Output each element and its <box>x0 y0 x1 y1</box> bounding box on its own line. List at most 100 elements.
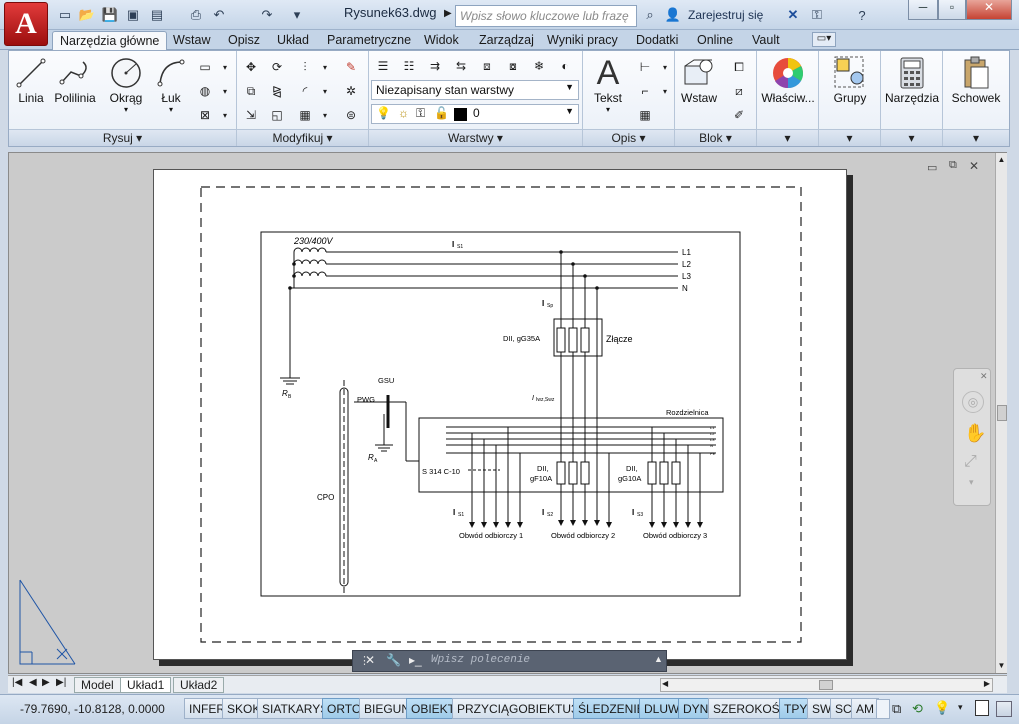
maximize-button[interactable]: ▫ <box>938 0 966 20</box>
horizontal-scrollbar[interactable]: ◀ ▶ <box>660 678 993 692</box>
viewport-close-icon[interactable]: ✕ <box>969 159 979 173</box>
viewport-minimize-icon[interactable]: ▭ <box>927 161 937 174</box>
plot-preview-icon[interactable]: ▤ <box>148 7 166 23</box>
circle-dropdown-icon[interactable]: ▾ <box>105 105 147 114</box>
tab-insert[interactable]: Wstaw <box>166 31 218 50</box>
stretch-icon[interactable]: ⇲ <box>241 105 261 125</box>
move-icon[interactable]: ✥ <box>241 57 261 77</box>
layer-combo[interactable]: 💡 ☼ ⚿ 🔓 0 ▼ <box>371 104 579 124</box>
scroll-up-icon[interactable]: ▲ <box>996 155 1007 164</box>
command-history-icon[interactable]: ▲ <box>654 654 663 664</box>
tab-view[interactable]: Widok <box>417 31 466 50</box>
array-dropdown-icon[interactable]: ▾ <box>315 105 335 125</box>
scale-icon[interactable]: ◱ <box>267 105 287 125</box>
last-tab-icon[interactable]: ▶| <box>56 677 66 688</box>
new-file-icon[interactable]: ▭ <box>56 7 74 23</box>
show-desktop-icon[interactable] <box>996 701 1012 717</box>
panel-block-title[interactable]: Blok ▾ <box>675 129 756 146</box>
copy-icon[interactable]: ⧉ <box>241 81 261 101</box>
isolate-objects-icon[interactable]: 💡 <box>934 700 950 716</box>
arc-button[interactable]: Łuk ▾ <box>151 55 191 114</box>
layer-dropdown-icon[interactable]: ▼ <box>565 106 574 116</box>
erase-icon[interactable]: ✎ <box>341 57 361 77</box>
tab-annotate[interactable]: Opisz <box>221 31 267 50</box>
tab-vault[interactable]: Vault <box>745 31 787 50</box>
navbar-close-icon[interactable]: ✕ <box>980 371 988 382</box>
layer-match-icon[interactable]: ⇉ <box>425 56 445 76</box>
zoom-extents-icon[interactable]: ⤢ <box>964 453 977 471</box>
save-as-icon[interactable]: ▣ <box>124 7 142 23</box>
undo-icon[interactable]: ↶ <box>210 7 228 23</box>
hatch-dropdown-icon[interactable]: ▾ <box>215 81 235 101</box>
clipboard-button[interactable]: Schowek <box>943 55 1009 105</box>
coordinates-readout[interactable]: -79.7690, -10.8128, 0.0000 <box>20 702 165 716</box>
command-customize-icon[interactable]: 🔧 <box>386 653 401 667</box>
tab-manage[interactable]: Zarządzaj <box>472 31 541 50</box>
tab-home[interactable]: Narzędzia główne <box>52 31 168 50</box>
rectangle-icon[interactable]: ▭ <box>195 57 215 77</box>
redo-icon[interactable]: ↷ <box>258 7 276 23</box>
zoom-dropdown-icon[interactable]: ▾ <box>969 477 974 488</box>
exchange-icon[interactable]: ✕ <box>784 7 802 23</box>
fillet-dropdown-icon[interactable]: ▾ <box>315 81 335 101</box>
line-button[interactable]: Linia <box>13 55 49 105</box>
sun-icon[interactable]: ☼ <box>398 106 409 120</box>
steering-wheel-icon[interactable]: ◎ <box>962 391 984 413</box>
panel-groups-title[interactable]: ▾ <box>819 129 880 146</box>
panel-annotation-title[interactable]: Opis ▾ <box>583 129 674 146</box>
minimize-button[interactable]: ─ <box>908 0 938 20</box>
panel-draw-title[interactable]: Rysuj ▾ <box>9 129 236 146</box>
layer-unisolate-icon[interactable]: ⧇ <box>503 56 523 76</box>
help-icon[interactable]: ? <box>853 7 871 23</box>
sign-in-link[interactable]: Zarejestruj się <box>688 8 763 22</box>
panel-utilities-title[interactable]: ▾ <box>881 129 942 146</box>
layer-color-swatch[interactable] <box>454 108 467 121</box>
polyline-button[interactable]: Polilinia <box>49 55 101 105</box>
panel-clipboard-title[interactable]: ▾ <box>943 129 1009 146</box>
groups-button[interactable]: Grupy <box>819 55 881 105</box>
command-input[interactable]: Wpisz polecenie <box>431 651 667 671</box>
next-tab-icon[interactable]: ▶ <box>42 677 50 688</box>
leader-icon[interactable]: ⌐ <box>635 81 655 101</box>
status-menu-icon[interactable]: ▾ <box>958 702 963 713</box>
hatch-icon[interactable]: ◍ <box>195 81 215 101</box>
arc-dropdown-icon[interactable]: ▾ <box>151 105 191 114</box>
tab-layout2[interactable]: Układ2 <box>173 677 225 693</box>
quick-access-dropdown-icon[interactable]: ▾ <box>288 7 306 23</box>
scroll-left-icon[interactable]: ◀ <box>662 679 668 688</box>
explode-icon[interactable]: ✲ <box>341 81 361 101</box>
lightbulb-icon[interactable]: 💡 <box>376 106 391 120</box>
lock-icon[interactable]: 🔓 <box>434 106 449 120</box>
command-close-icon[interactable]: ✕ <box>365 653 375 667</box>
tab-online[interactable]: Online <box>690 31 740 50</box>
rectangle-dropdown-icon[interactable]: ▾ <box>215 57 235 77</box>
layer-state-combo[interactable]: Niezapisany stan warstwy ▼ <box>371 80 579 100</box>
open-file-icon[interactable]: 📂 <box>78 7 96 23</box>
ribbon-minimize-icon[interactable]: ▭▾ <box>812 32 836 47</box>
properties-button[interactable]: Właściw... <box>757 55 819 105</box>
dimension-dropdown-icon[interactable]: ▾ <box>655 57 675 77</box>
application-menu-button[interactable]: A <box>4 2 48 46</box>
print-icon[interactable]: ⎙ <box>187 7 205 23</box>
create-block-icon[interactable]: ⧠ <box>729 57 749 77</box>
tab-parametric[interactable]: Parametryczne <box>320 31 418 50</box>
prev-tab-icon[interactable]: ◀ <box>29 677 37 688</box>
layer-state-icon[interactable]: ☷ <box>399 56 419 76</box>
trim-dropdown-icon[interactable]: ▾ <box>315 57 335 77</box>
block-attributes-icon[interactable]: ✐ <box>729 105 749 125</box>
user-icon[interactable]: 👤 <box>664 7 682 23</box>
layer-freeze-icon[interactable]: ❄ <box>529 56 549 76</box>
trim-icon[interactable]: ⫶ <box>295 57 315 77</box>
first-tab-icon[interactable]: |◀ <box>12 677 22 688</box>
layer-properties-icon[interactable]: ☰ <box>373 56 393 76</box>
layer-isolate-icon[interactable]: ⧈ <box>477 56 497 76</box>
command-prompt-icon[interactable]: ▸_ <box>409 653 422 667</box>
save-icon[interactable]: 💾 <box>101 7 119 23</box>
edit-block-icon[interactable]: ⧄ <box>729 81 749 101</box>
tab-output[interactable]: Wyniki pracy <box>540 31 625 50</box>
tab-addins[interactable]: Dodatki <box>629 31 685 50</box>
dimension-icon[interactable]: ⊢ <box>635 57 655 77</box>
layer-off-icon[interactable]: ◐ <box>555 56 575 76</box>
layer-previous-icon[interactable]: ⇆ <box>451 56 471 76</box>
text-dropdown-icon[interactable]: ▾ <box>587 105 629 114</box>
